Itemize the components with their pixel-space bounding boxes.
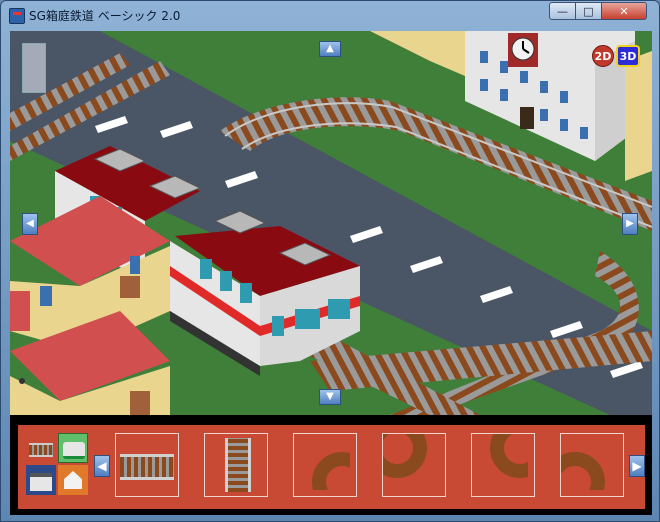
chevron-left-icon: ◀ bbox=[26, 218, 34, 229]
chevron-right-icon: ▶ bbox=[632, 459, 642, 473]
app-icon bbox=[9, 8, 25, 24]
station-category-button[interactable] bbox=[26, 465, 56, 495]
curve-rail-icon bbox=[383, 434, 427, 478]
train-icon bbox=[63, 442, 85, 459]
scroll-right-button[interactable]: ▶ bbox=[622, 213, 638, 235]
chevron-left-icon: ◀ bbox=[97, 459, 107, 473]
building-category-button[interactable] bbox=[58, 465, 88, 495]
rail-icon bbox=[29, 443, 53, 457]
layer-toggle-button[interactable] bbox=[22, 43, 46, 93]
rail-category-button[interactable] bbox=[26, 433, 56, 463]
maximize-button[interactable]: □ bbox=[575, 2, 602, 20]
railway-layout-view[interactable]: ▲ ▼ ◀ ▶ 2D 3D bbox=[10, 31, 652, 415]
station-icon bbox=[30, 473, 52, 491]
straight-rail-horizontal-icon bbox=[120, 454, 174, 480]
straight-rail-vertical-icon bbox=[225, 438, 251, 492]
chevron-up-icon: ▲ bbox=[326, 43, 334, 54]
chevron-down-icon: ▼ bbox=[326, 391, 334, 402]
tile-track-curve-bottom-left[interactable] bbox=[382, 433, 446, 497]
tile-track-straight-vertical[interactable] bbox=[204, 433, 268, 497]
house-icon bbox=[64, 471, 82, 489]
app-window: SG箱庭鉄道 ベーシック 2.0 — □ ✕ ▲ ▼ ◀ ▶ 2D 3D ◀ ▶ bbox=[0, 0, 660, 522]
close-button[interactable]: ✕ bbox=[601, 2, 647, 20]
scroll-down-button[interactable]: ▼ bbox=[319, 389, 341, 405]
palette-tray: ◀ ▶ bbox=[18, 425, 645, 509]
window-title: SG箱庭鉄道 ベーシック 2.0 bbox=[29, 9, 181, 23]
view-2d-button[interactable]: 2D bbox=[592, 45, 614, 67]
palette-next-button[interactable]: ▶ bbox=[629, 455, 645, 477]
title-bar[interactable]: SG箱庭鉄道 ベーシック 2.0 — □ ✕ bbox=[1, 1, 659, 29]
minimize-button[interactable]: — bbox=[549, 2, 576, 20]
part-palette: ◀ ▶ bbox=[10, 415, 652, 515]
tile-track-curve-top-left[interactable] bbox=[560, 433, 624, 497]
tile-track-straight-horizontal[interactable] bbox=[115, 433, 179, 497]
curve-rail-icon bbox=[312, 452, 350, 490]
curve-rail-icon bbox=[490, 434, 528, 478]
tile-track-curve-bottom-right[interactable] bbox=[293, 433, 357, 497]
tile-track-curve-top-right[interactable] bbox=[471, 433, 535, 497]
palette-prev-button[interactable]: ◀ bbox=[94, 455, 110, 477]
scroll-left-button[interactable]: ◀ bbox=[22, 213, 38, 235]
view-3d-button[interactable]: 3D bbox=[616, 45, 640, 67]
chevron-right-icon: ▶ bbox=[626, 218, 634, 229]
scroll-up-button[interactable]: ▲ bbox=[319, 41, 341, 57]
scene-canvas bbox=[10, 31, 652, 415]
train-category-button[interactable] bbox=[58, 433, 88, 463]
curve-rail-icon bbox=[561, 452, 605, 490]
